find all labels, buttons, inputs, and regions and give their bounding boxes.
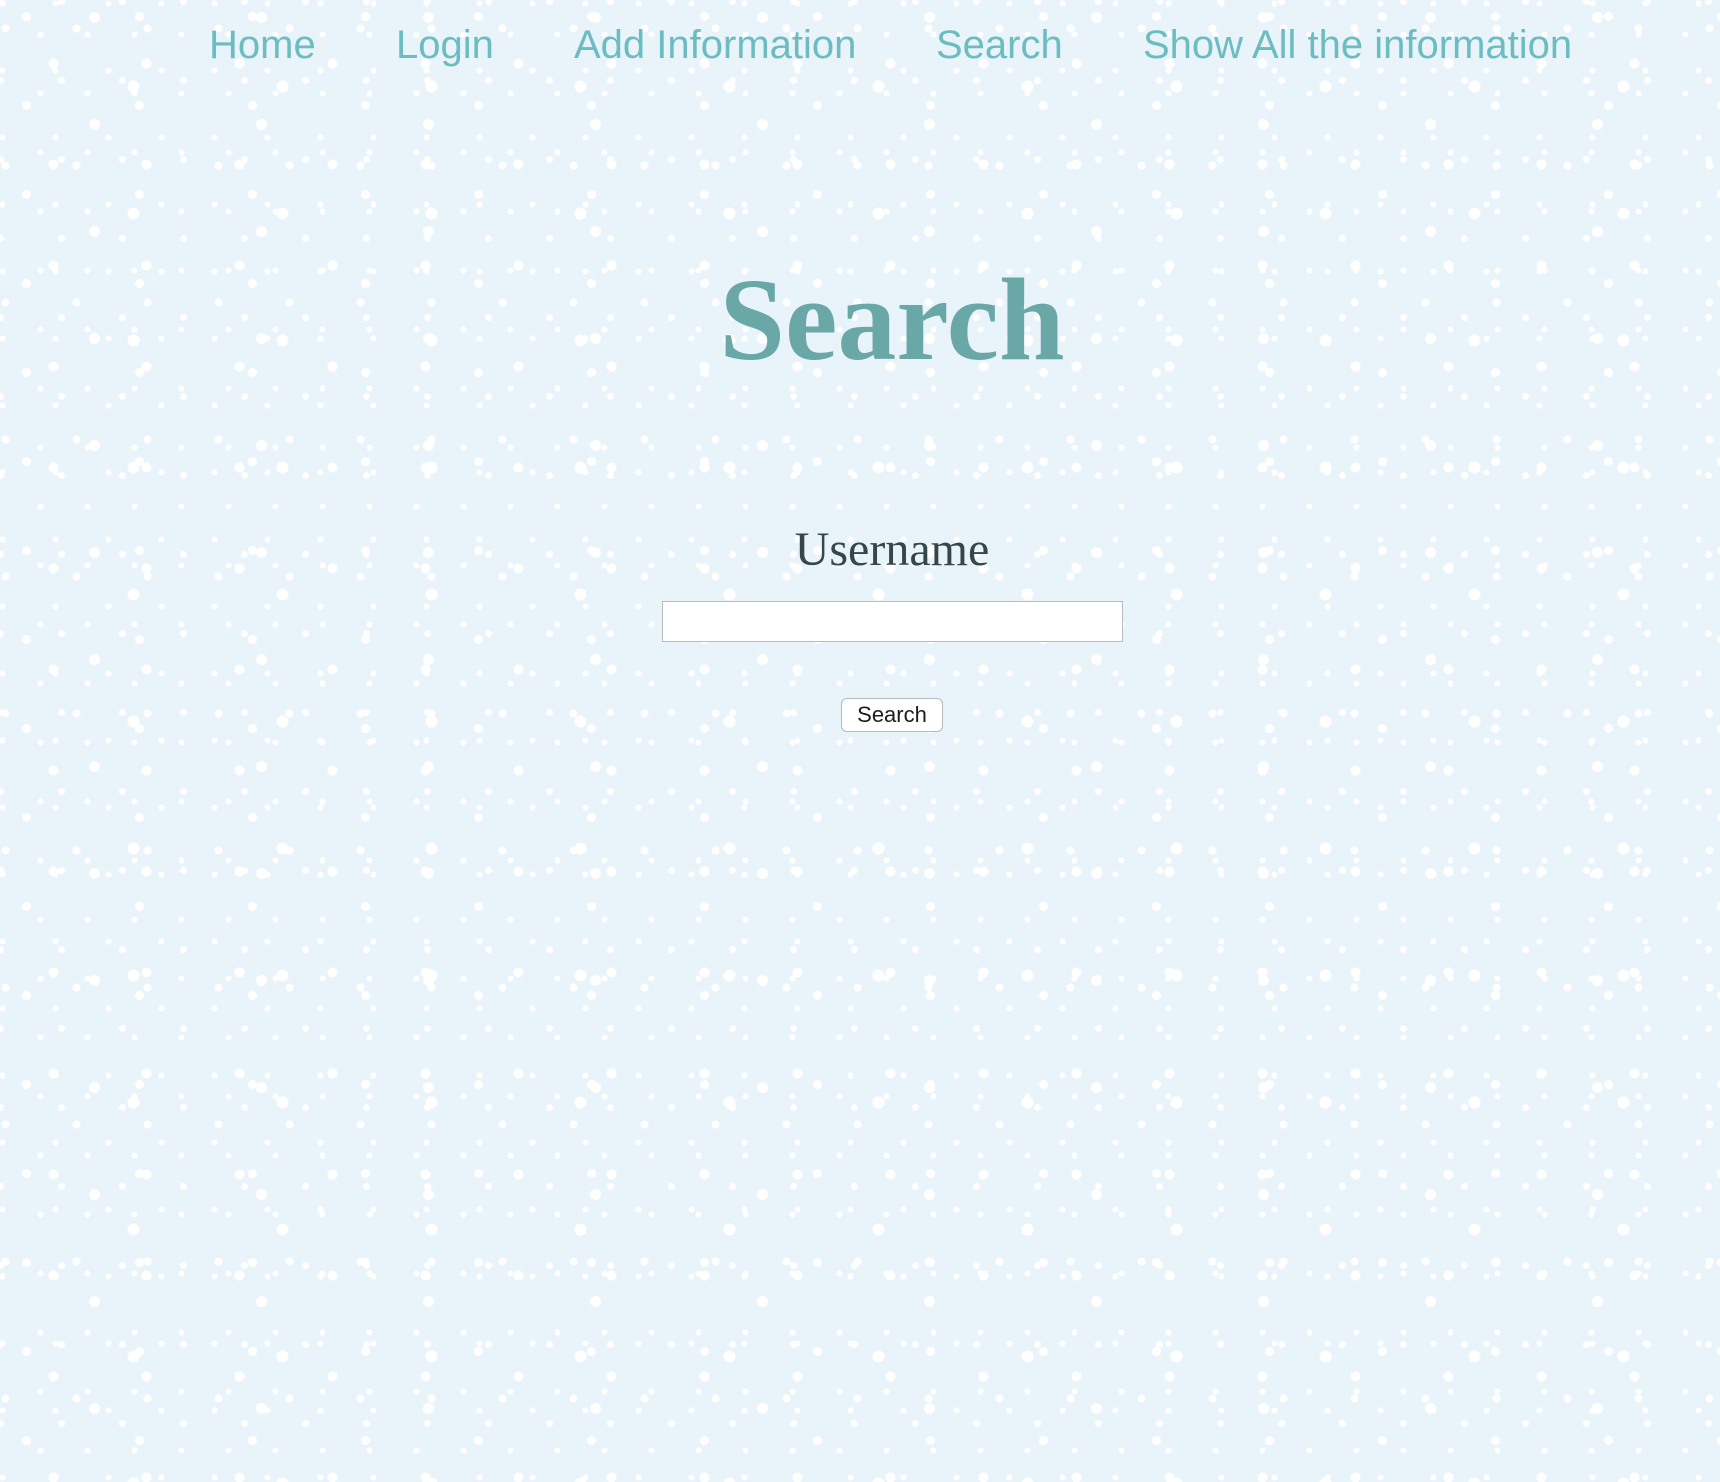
nav-link-login[interactable]: Login xyxy=(396,18,494,72)
nav-link-search[interactable]: Search xyxy=(936,18,1063,72)
search-button[interactable]: Search xyxy=(841,698,943,732)
top-navigation: Home Login Add Information Search Show A… xyxy=(0,18,1720,72)
page-title: Search xyxy=(719,254,1065,385)
username-label: Username xyxy=(794,523,990,576)
search-form: Username Search xyxy=(0,520,1720,732)
nav-link-add-information[interactable]: Add Information xyxy=(574,18,856,72)
username-input[interactable] xyxy=(661,601,1123,642)
nav-link-home[interactable]: Home xyxy=(209,18,316,72)
nav-link-show-all[interactable]: Show All the information xyxy=(1143,18,1572,72)
